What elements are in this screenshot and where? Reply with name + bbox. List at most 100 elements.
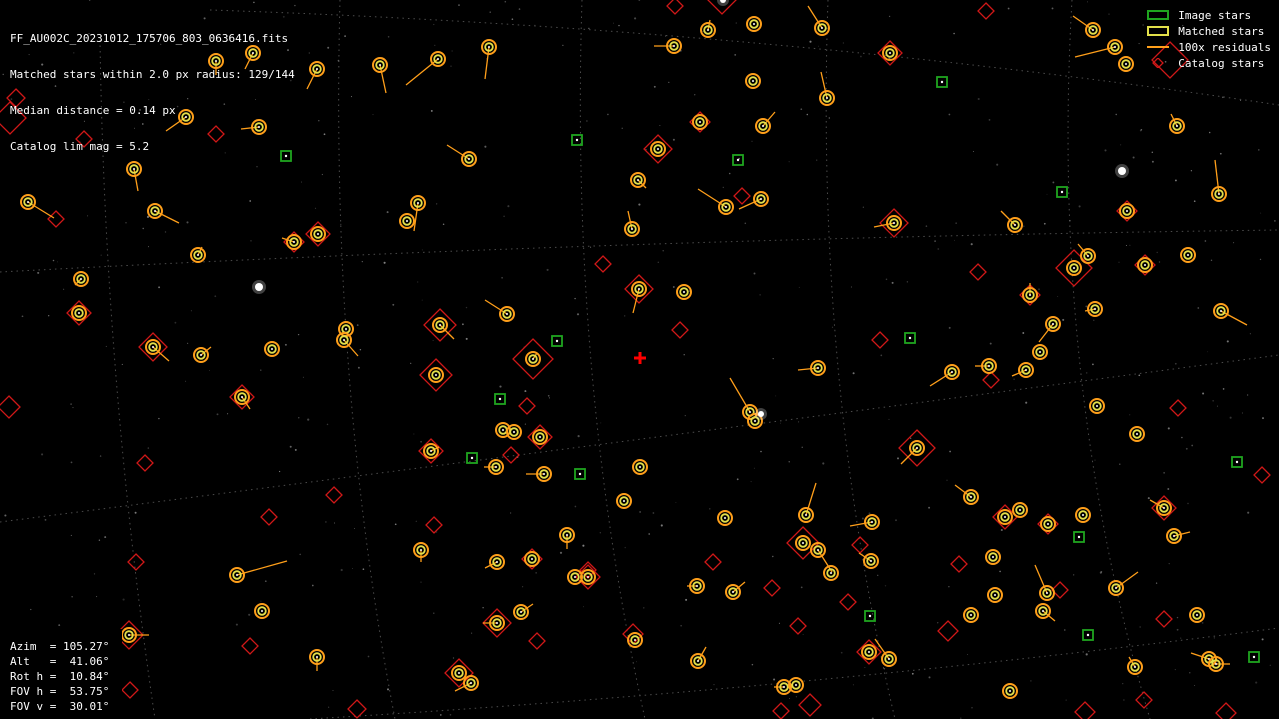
- star-point: [539, 436, 541, 438]
- star-point: [154, 210, 156, 212]
- faint-star: [465, 306, 468, 309]
- star-point: [1115, 587, 1117, 589]
- faint-star: [450, 65, 452, 67]
- faint-star: [392, 303, 395, 306]
- faint-star: [420, 440, 422, 443]
- star-point: [888, 658, 890, 660]
- faint-star: [1189, 672, 1191, 674]
- faint-star: [1138, 43, 1140, 45]
- catalog-star-marker: [502, 446, 520, 464]
- faint-star: [503, 215, 505, 218]
- faint-star: [1025, 401, 1028, 404]
- faint-star: [548, 397, 550, 399]
- faint-star: [105, 345, 107, 347]
- star-point: [940, 80, 944, 84]
- faint-star: [534, 24, 536, 26]
- star-point: [1060, 190, 1064, 194]
- faint-star: [21, 315, 24, 318]
- star-point: [200, 354, 202, 356]
- star-point: [994, 594, 996, 596]
- faint-star: [800, 108, 803, 111]
- faint-star: [634, 17, 637, 20]
- faint-star: [434, 44, 436, 47]
- faint-star: [72, 407, 74, 409]
- star-point: [992, 556, 994, 558]
- faint-star: [1057, 296, 1059, 298]
- faint-star: [1249, 333, 1251, 335]
- star-point: [1136, 433, 1138, 435]
- catalog-star-marker: [982, 371, 1000, 389]
- star-point: [271, 348, 273, 350]
- faint-star: [1013, 378, 1015, 381]
- faint-star: [1104, 149, 1107, 152]
- faint-star: [1180, 637, 1182, 639]
- faint-star: [675, 502, 677, 503]
- faint-star: [937, 248, 940, 250]
- faint-star: [367, 655, 370, 658]
- faint-star: [1241, 412, 1243, 414]
- faint-star: [1108, 13, 1110, 15]
- faint-star: [421, 299, 423, 301]
- faint-star: [340, 223, 342, 226]
- faint-star: [1158, 261, 1161, 263]
- faint-star: [442, 223, 445, 225]
- faint-star: [300, 181, 302, 183]
- faint-star: [861, 517, 864, 520]
- faint-star: [801, 446, 803, 448]
- faint-star: [354, 528, 356, 529]
- faint-star: [387, 36, 390, 38]
- star-point: [699, 121, 701, 123]
- faint-star: [864, 667, 866, 668]
- star-point: [673, 45, 675, 47]
- star-point: [152, 346, 154, 348]
- matched-stars-swatch: [1147, 26, 1170, 36]
- faint-star: [100, 254, 102, 256]
- faint-star: [1100, 570, 1103, 573]
- faint-star: [1204, 240, 1207, 242]
- faint-star: [618, 24, 620, 27]
- faint-star: [928, 506, 931, 509]
- faint-star: [888, 418, 890, 420]
- faint-star: [1212, 400, 1214, 402]
- faint-star: [256, 166, 258, 168]
- faint-star: [1240, 99, 1242, 102]
- faint-star: [440, 714, 442, 716]
- faint-star: [484, 145, 487, 148]
- faint-star: [868, 512, 871, 515]
- catalog-star-marker: [851, 536, 869, 554]
- faint-star: [186, 221, 189, 224]
- faint-star: [1181, 436, 1183, 439]
- faint-star: [121, 363, 123, 365]
- faint-star: [350, 96, 353, 98]
- catalog-star-marker: [121, 681, 139, 699]
- faint-star: [759, 294, 761, 296]
- star-point: [631, 228, 633, 230]
- catalog-star-marker: [671, 321, 689, 339]
- faint-star: [818, 45, 819, 47]
- star-point: [1163, 507, 1165, 509]
- faint-star: [1073, 574, 1075, 576]
- faint-star: [158, 417, 160, 420]
- faint-star: [612, 22, 615, 24]
- faint-star: [744, 222, 747, 225]
- catalog-star-marker: [1074, 701, 1096, 719]
- faint-star: [582, 544, 585, 547]
- star-point: [555, 339, 559, 343]
- faint-star: [394, 523, 397, 526]
- star-point: [893, 222, 895, 224]
- catalog-star-marker: [1135, 691, 1153, 709]
- faint-star: [63, 288, 65, 290]
- pointing-info: Azim = 105.27° Alt = 41.06° Rot h = 10.8…: [0, 629, 122, 719]
- fov-vertical: FOV v = 30.01°: [10, 700, 110, 713]
- faint-star: [1207, 351, 1209, 353]
- faint-star: [996, 163, 999, 166]
- star-point: [78, 312, 80, 314]
- faint-star: [1233, 242, 1235, 244]
- faint-star: [1046, 193, 1048, 195]
- faint-star: [511, 18, 514, 21]
- faint-star: [937, 622, 939, 624]
- residual-line: [1084, 308, 1096, 312]
- star-point: [261, 610, 263, 612]
- azimuth: Azim = 105.27°: [10, 640, 110, 653]
- faint-star: [535, 572, 537, 574]
